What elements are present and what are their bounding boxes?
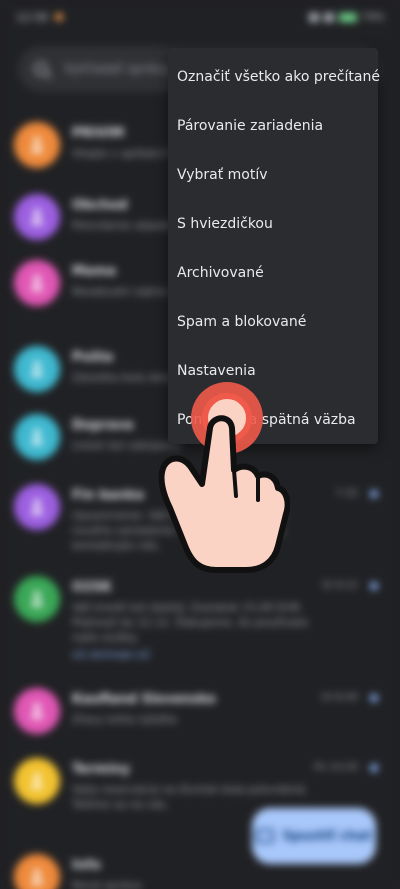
avatar bbox=[14, 122, 60, 168]
unread-dot-icon bbox=[370, 582, 378, 590]
unread-dot-icon bbox=[370, 694, 378, 702]
menu-item-device-pairing[interactable]: Párovanie zariadenia bbox=[168, 101, 378, 150]
conversation-name: Mama bbox=[72, 264, 117, 279]
person-icon bbox=[31, 137, 43, 153]
wifi-icon bbox=[308, 12, 319, 22]
conversation-time: Ut 8:40 bbox=[321, 692, 358, 703]
conversation-name: O2SK bbox=[72, 580, 112, 595]
battery-icon bbox=[338, 12, 357, 22]
menu-item-starred[interactable]: S hviezdičkou bbox=[168, 199, 378, 248]
avatar bbox=[14, 260, 60, 306]
conversation-snippet: Nová správa bbox=[72, 879, 141, 889]
menu-item-mark-all-read[interactable]: Označiť všetko ako prečítané bbox=[168, 52, 380, 101]
start-chat-button[interactable]: Spustiť chat bbox=[252, 808, 376, 864]
conversation-name: Pošta bbox=[72, 350, 114, 365]
avatar bbox=[14, 194, 60, 240]
person-icon bbox=[31, 869, 43, 885]
person-icon bbox=[31, 361, 43, 377]
conversation-snippet: Váš kredit bol dobitý. Zostatok 15,00 EU… bbox=[72, 601, 309, 644]
conversation-name: Obchod bbox=[72, 198, 128, 213]
search-icon bbox=[34, 62, 48, 76]
conversation-name: Fin banka bbox=[72, 488, 144, 503]
unread-dot-icon bbox=[370, 764, 378, 772]
unread-dot-icon bbox=[370, 490, 378, 498]
avatar bbox=[14, 576, 60, 622]
status-bar: 12:58 74% bbox=[0, 0, 400, 34]
person-icon bbox=[31, 703, 43, 719]
person-icon bbox=[31, 591, 43, 607]
chat-icon bbox=[256, 829, 275, 843]
menu-item-archived[interactable]: Archivované bbox=[168, 248, 378, 297]
person-icon bbox=[31, 275, 43, 291]
person-icon bbox=[31, 209, 43, 225]
conversation-time: St 9:12 bbox=[322, 580, 358, 591]
person-icon bbox=[31, 499, 43, 515]
battery-level: 74% bbox=[361, 11, 384, 23]
menu-item-choose-theme[interactable]: Vybrať motív bbox=[168, 150, 378, 199]
status-time: 12:58 bbox=[16, 10, 48, 24]
conversation-name: Kaufland Slovensko bbox=[72, 692, 216, 707]
avatar bbox=[14, 484, 60, 530]
conversation-name: Info bbox=[72, 858, 101, 873]
avatar bbox=[14, 414, 60, 460]
person-icon bbox=[31, 773, 43, 789]
conversation-time: 7:32 bbox=[335, 488, 358, 499]
search-placeholder: Vyhľadať správy bbox=[64, 61, 171, 77]
conversation-name: Doprava bbox=[72, 418, 134, 433]
tap-hand-icon bbox=[158, 382, 290, 573]
person-icon bbox=[31, 429, 43, 445]
start-chat-label: Spustiť chat bbox=[282, 828, 372, 844]
notification-dot-icon bbox=[55, 12, 64, 21]
avatar bbox=[14, 346, 60, 392]
conversation-link[interactable]: o2.sk/moje-o2 bbox=[72, 648, 150, 661]
conversation-name: PRIVIM bbox=[72, 126, 125, 141]
conversation-name: Terminy bbox=[72, 762, 131, 777]
status-icons: 74% bbox=[308, 11, 384, 23]
avatar bbox=[14, 854, 60, 889]
avatar bbox=[14, 758, 60, 804]
conversation-snippet: Zľavy tohto týždňa bbox=[72, 713, 177, 726]
menu-item-spam-blocked[interactable]: Spam a blokované bbox=[168, 297, 378, 346]
signal-icon bbox=[323, 12, 334, 22]
avatar bbox=[14, 688, 60, 734]
conversation-time: Po 14:20 bbox=[314, 762, 358, 773]
